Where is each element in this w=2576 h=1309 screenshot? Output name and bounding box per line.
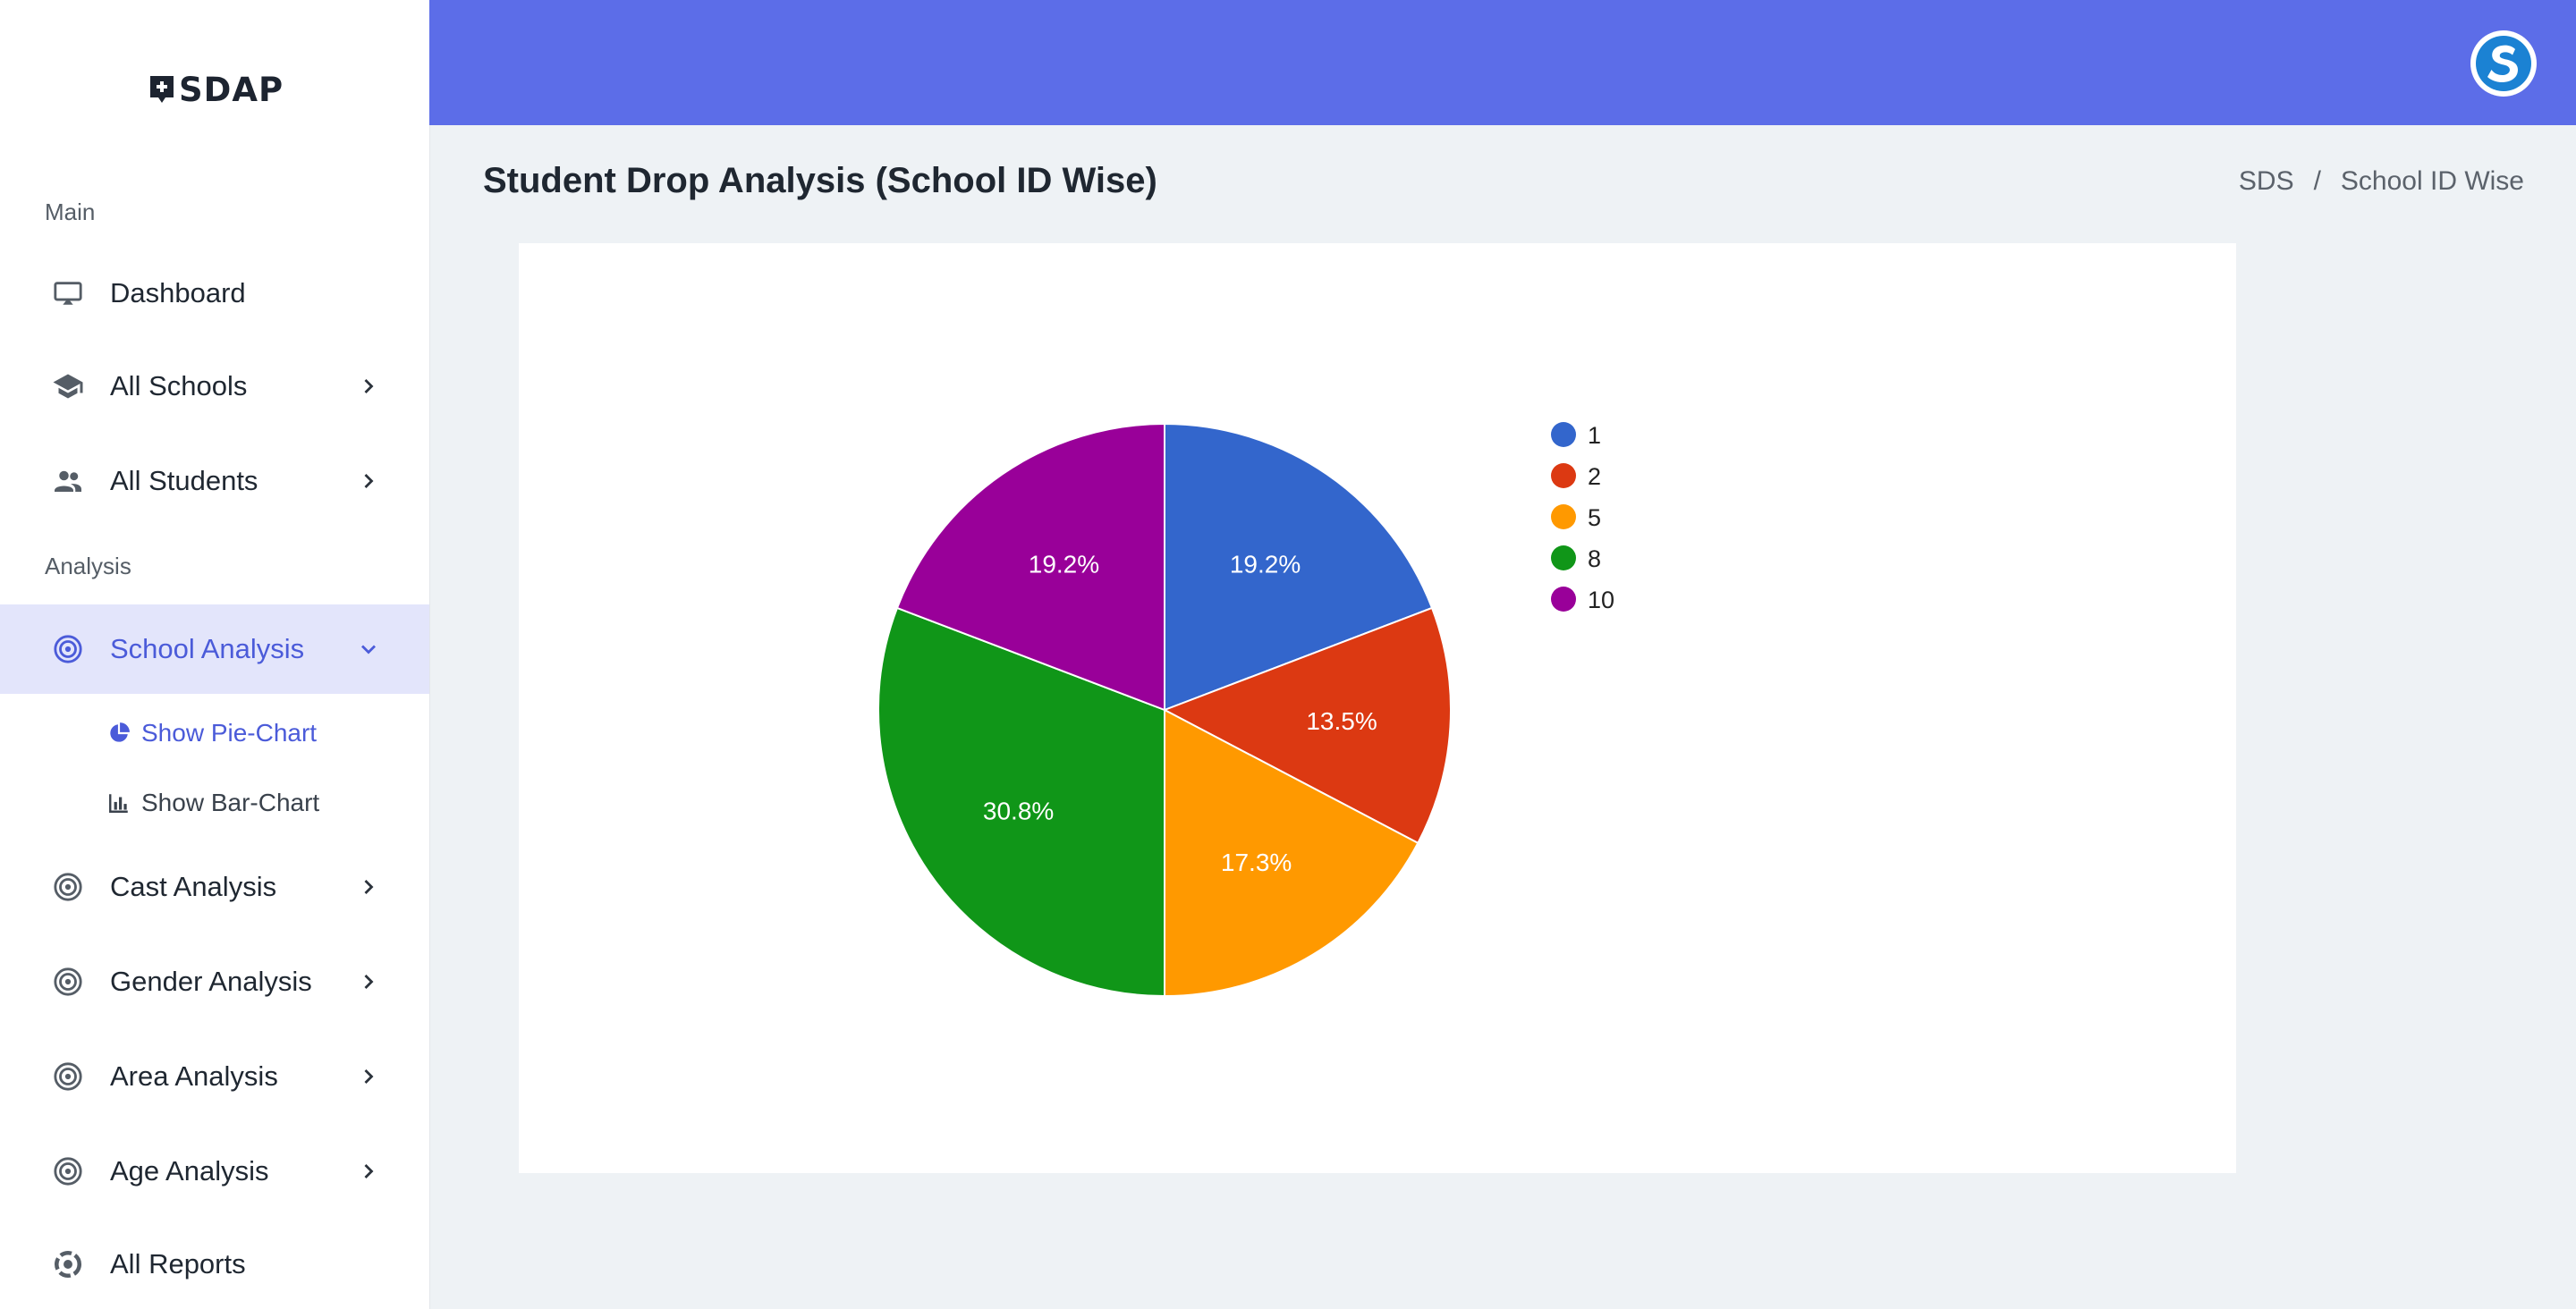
breadcrumb-separator: /: [2313, 166, 2321, 196]
chevron-right-icon: [364, 975, 374, 989]
sidebar-item-all-reports[interactable]: All Reports: [0, 1220, 429, 1309]
sidebar-item-label: Age Analysis: [110, 1155, 269, 1187]
legend-swatch-5: [1551, 504, 1576, 529]
legend-swatch-2: [1551, 463, 1576, 488]
pie-slice-label-8: 30.8%: [983, 798, 1054, 825]
sidebar-subitem-label: Show Bar-Chart: [141, 789, 320, 816]
brand-logo[interactable]: SDAP: [148, 66, 284, 113]
aperture-icon: [52, 1248, 84, 1280]
chevron-right-icon: [364, 474, 374, 488]
pie-chart-icon: [110, 722, 130, 742]
pie-slice-label-1: 19.2%: [1230, 551, 1301, 578]
bar-chart-icon: [109, 794, 128, 813]
pie-slice-label-5: 17.3%: [1221, 849, 1292, 876]
legend-swatch-1: [1551, 422, 1576, 447]
sidebar-subitem-show-pie-chart[interactable]: Show Pie-Chart: [0, 706, 429, 760]
legend-item-5[interactable]: 5: [1551, 504, 1601, 531]
sidebar-item-label: School Analysis: [110, 633, 305, 664]
legend-label-5: 5: [1588, 504, 1601, 531]
legend-item-2[interactable]: 2: [1551, 463, 1601, 490]
sidebar-item-label: All Reports: [110, 1248, 246, 1279]
legend-label-2: 2: [1588, 463, 1601, 490]
brand-name: SDAP: [179, 70, 284, 109]
target-icon: [52, 966, 84, 998]
chevron-right-icon: [364, 379, 374, 393]
logo-icon: [150, 76, 174, 103]
target-icon: [52, 633, 84, 665]
sidebar-item-label: All Schools: [110, 370, 248, 401]
legend-item-8[interactable]: 8: [1551, 545, 1601, 572]
sidebar-item-label: Dashboard: [110, 277, 246, 308]
section-label-main: Main: [45, 198, 96, 225]
sidebar-item-dashboard[interactable]: Dashboard: [0, 249, 429, 338]
legend-item-1[interactable]: 1: [1551, 422, 1601, 449]
sidebar-item-all-schools[interactable]: All Schools: [0, 342, 429, 431]
sidebar: SDAP Main Dashboard All Schools All Stud…: [0, 0, 430, 1309]
legend-label-1: 1: [1588, 422, 1601, 449]
breadcrumb-root-link[interactable]: SDS: [2239, 166, 2294, 197]
people-icon: [52, 465, 84, 497]
target-icon: [52, 1155, 84, 1187]
legend-label-8: 8: [1588, 545, 1601, 572]
sidebar-subitem-label: Show Pie-Chart: [141, 719, 318, 747]
pie-slice-label-2: 13.5%: [1306, 707, 1377, 735]
sidebar-item-area-analysis[interactable]: Area Analysis: [0, 1032, 429, 1121]
sidebar-item-school-analysis[interactable]: School Analysis: [0, 604, 429, 694]
chevron-down-icon: [361, 645, 376, 654]
legend-swatch-8: [1551, 545, 1576, 570]
sidebar-item-cast-analysis[interactable]: Cast Analysis: [0, 842, 429, 932]
sidebar-item-label: Gender Analysis: [110, 966, 312, 997]
chevron-right-icon: [364, 880, 374, 894]
sidebar-item-label: All Students: [110, 465, 258, 496]
target-icon: [52, 1060, 84, 1093]
legend-swatch-10: [1551, 587, 1576, 612]
pie-chart: 19.2% 13.5% 17.3% 30.8% 19.2% 1 2 5 8 10: [877, 422, 1614, 998]
monitor-icon: [52, 277, 84, 309]
sidebar-subitem-show-bar-chart[interactable]: Show Bar-Chart: [0, 776, 429, 830]
top-navbar: [429, 0, 2576, 125]
chevron-right-icon: [364, 1164, 374, 1178]
graduation-cap-icon: [52, 370, 84, 402]
section-label-analysis: Analysis: [45, 553, 131, 579]
page-title: Student Drop Analysis (School ID Wise): [483, 161, 1157, 200]
legend-item-10[interactable]: 10: [1551, 587, 1614, 613]
sidebar-item-age-analysis[interactable]: Age Analysis: [0, 1127, 429, 1216]
sidebar-item-label: Cast Analysis: [110, 871, 277, 902]
sidebar-item-label: Area Analysis: [110, 1060, 278, 1092]
breadcrumb: SDS / School ID Wise: [2239, 166, 2524, 197]
sidebar-item-gender-analysis[interactable]: Gender Analysis: [0, 937, 429, 1026]
chevron-right-icon: [364, 1069, 374, 1084]
pie-slice-label-10: 19.2%: [1029, 551, 1099, 578]
chart-card: 19.2% 13.5% 17.3% 30.8% 19.2% 1 2 5 8 10: [519, 243, 2236, 1173]
app-avatar-icon: [2472, 32, 2535, 95]
sidebar-item-all-students[interactable]: All Students: [0, 436, 429, 526]
user-avatar[interactable]: [2470, 30, 2537, 97]
breadcrumb-current: School ID Wise: [2340, 166, 2524, 196]
target-icon: [52, 871, 84, 903]
legend-label-10: 10: [1588, 587, 1614, 613]
